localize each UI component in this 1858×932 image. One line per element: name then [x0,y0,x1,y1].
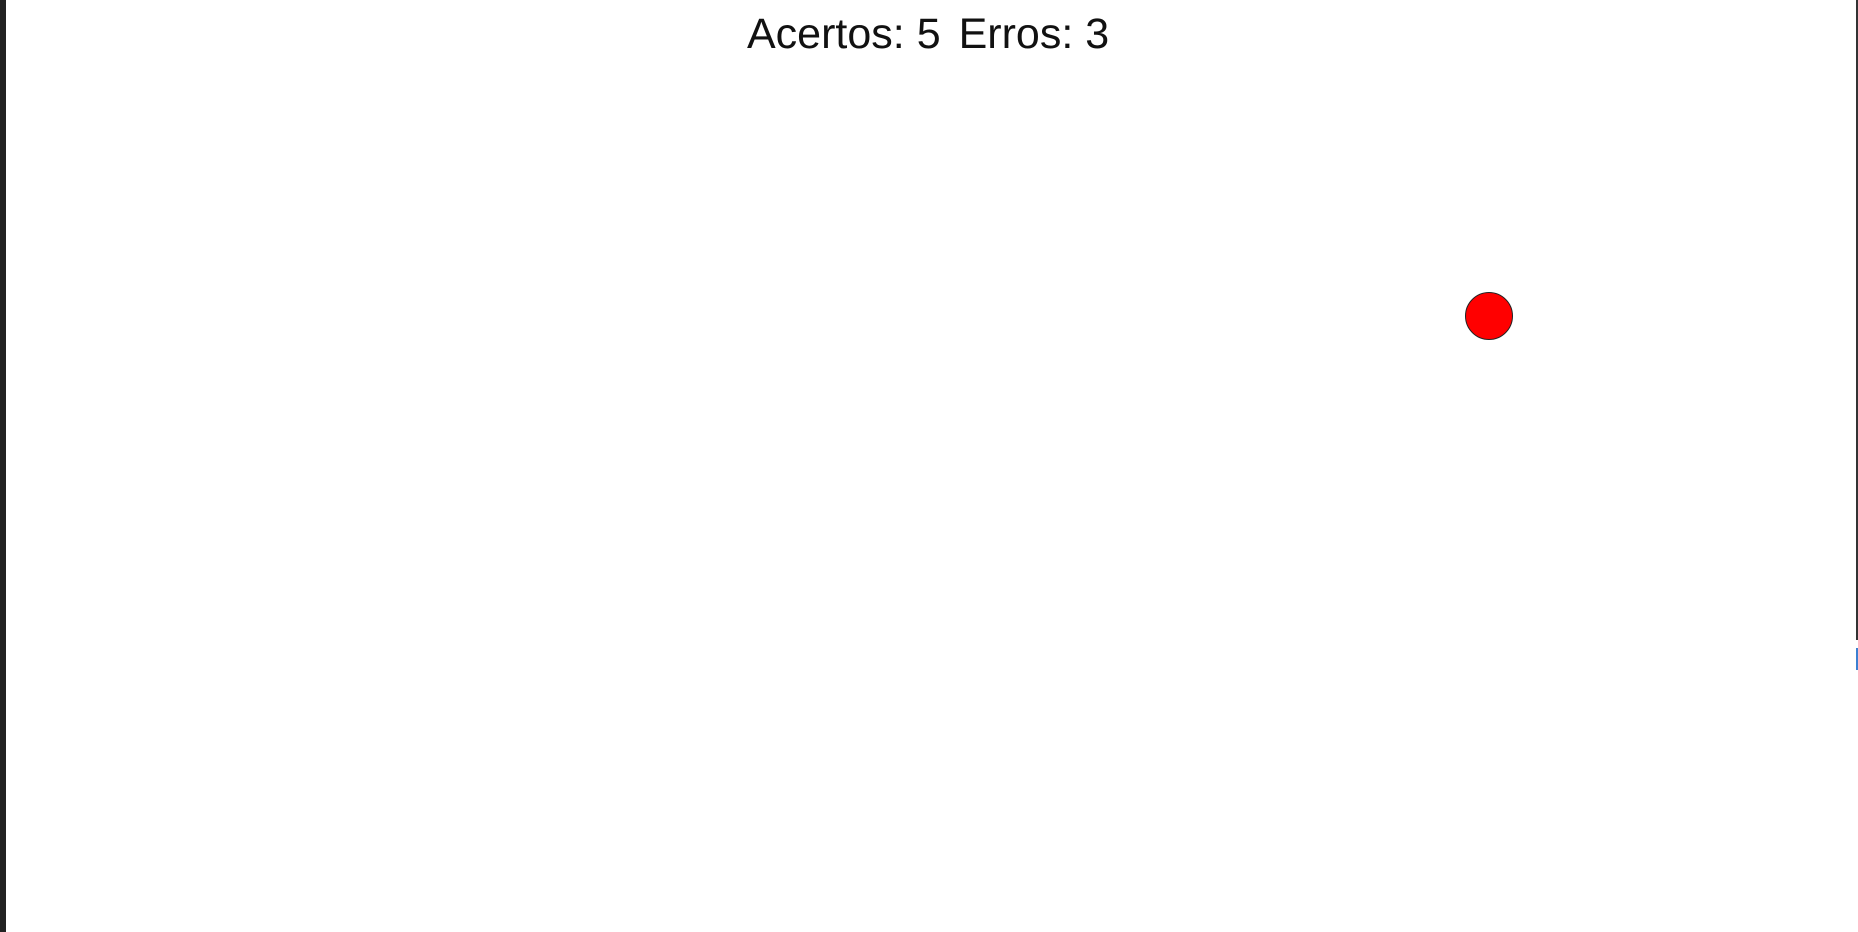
hits-value: 5 [916,10,941,58]
target-circle[interactable] [1465,292,1513,340]
score-display: Acertos: 5 Erros: 3 [747,8,1109,60]
misses-label: Erros: [958,10,1074,58]
game-canvas[interactable]: Acertos: 5 Erros: 3 [6,0,1856,932]
hits-label: Acertos: [747,10,905,58]
misses-value: 3 [1085,10,1110,58]
